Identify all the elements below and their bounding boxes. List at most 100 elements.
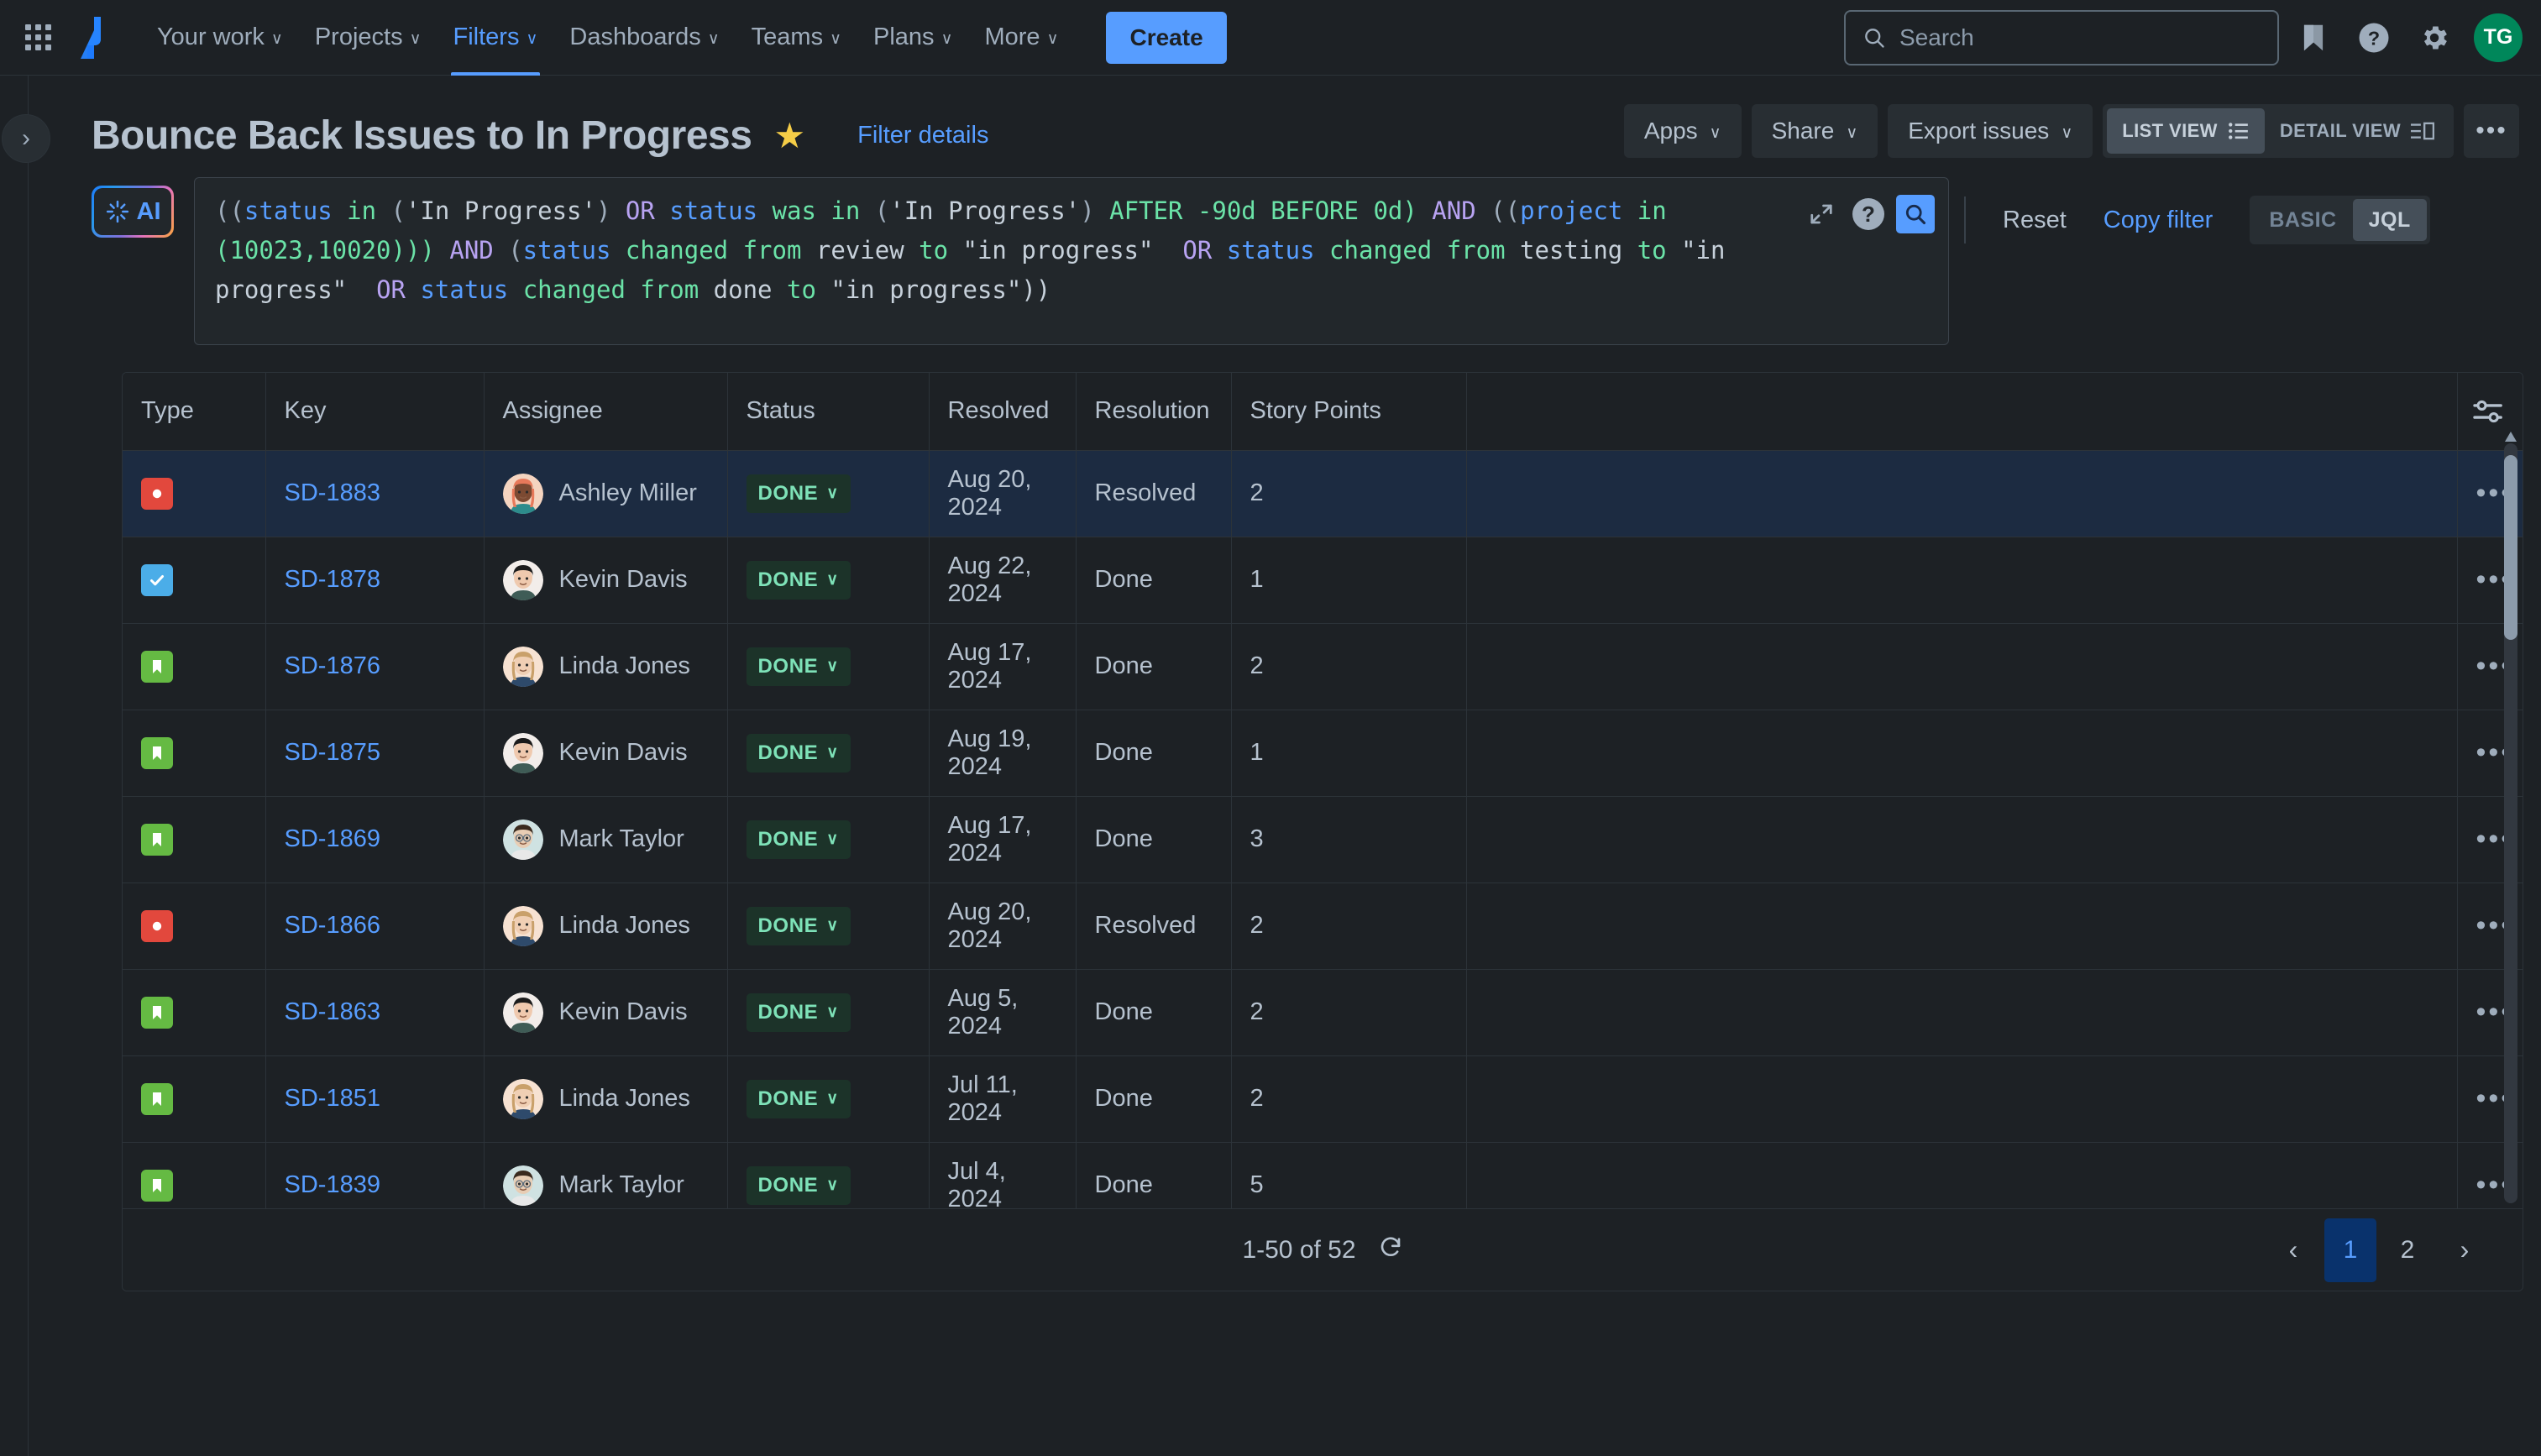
issue-key-link[interactable]: SD-1883 [285,479,380,506]
table-vertical-scrollbar[interactable] [2504,443,2517,1203]
cell-type[interactable] [123,710,265,796]
refresh-icon[interactable] [1378,1234,1403,1266]
chevron-down-icon: ∨ [826,916,839,935]
column-header-resolution[interactable]: Resolution [1076,373,1231,450]
create-button[interactable]: Create [1106,12,1226,64]
table-row[interactable]: SD-1851Linda JonesDONE∨Jul 11, 2024Done2… [123,1055,2523,1142]
status-badge[interactable]: DONE∨ [747,820,851,859]
cell-type[interactable] [123,969,265,1055]
table-row[interactable]: SD-1863Kevin DavisDONE∨Aug 5, 2024Done2•… [123,969,2523,1055]
list-view-tab[interactable]: LIST VIEW [2107,108,2265,154]
table-row[interactable]: SD-1878Kevin DavisDONE∨Aug 22, 2024Done1… [123,537,2523,623]
prev-page-button[interactable]: ‹ [2267,1218,2319,1282]
table-row[interactable]: SD-1869Mark TaylorDONE∨Aug 17, 2024Done3… [123,796,2523,883]
issue-key-link[interactable]: SD-1869 [285,825,380,852]
share-button[interactable]: Share ∨ [1752,104,1878,158]
avatar [503,1079,543,1119]
help-icon[interactable]: ? [2348,12,2400,64]
nav-item-dashboards[interactable]: Dashboards ∨ [553,0,735,76]
expand-icon[interactable] [1802,195,1841,233]
cell-key[interactable]: SD-1866 [265,883,484,969]
issue-key-link[interactable]: SD-1851 [285,1085,380,1112]
issue-key-link[interactable]: SD-1866 [285,912,380,939]
settings-gear-icon[interactable] [2408,12,2460,64]
cell-resolved: Aug 20, 2024 [929,883,1076,969]
cell-key[interactable]: SD-1869 [265,796,484,883]
status-badge[interactable]: DONE∨ [747,647,851,686]
scrollbar-thumb[interactable] [2504,455,2517,640]
cell-type[interactable] [123,623,265,710]
cell-key[interactable]: SD-1851 [265,1055,484,1142]
cell-key[interactable]: SD-1875 [265,710,484,796]
cell-key[interactable]: SD-1863 [265,969,484,1055]
cell-key[interactable]: SD-1876 [265,623,484,710]
cell-key[interactable]: SD-1839 [265,1142,484,1208]
issue-key-link[interactable]: SD-1863 [285,998,380,1025]
user-avatar[interactable]: TG [2474,13,2523,62]
cell-resolution: Done [1076,623,1231,710]
cell-type[interactable] [123,450,265,537]
jql-help-icon[interactable]: ? [1849,195,1888,233]
table-row[interactable]: SD-1839Mark TaylorDONE∨Jul 4, 2024Done5•… [123,1142,2523,1208]
cell-type[interactable] [123,1142,265,1208]
column-header-status[interactable]: Status [727,373,929,450]
issue-key-link[interactable]: SD-1839 [285,1171,380,1198]
status-badge[interactable]: DONE∨ [747,561,851,600]
cell-key[interactable]: SD-1878 [265,537,484,623]
global-search-input[interactable]: Search [1844,10,2279,65]
jql-search-button[interactable] [1896,195,1935,233]
cell-type[interactable] [123,537,265,623]
nav-item-teams[interactable]: Teams ∨ [736,0,857,76]
cell-story-points: 3 [1231,796,1466,883]
jql-query-input[interactable]: ((status in ('In Progress') OR status wa… [194,177,1949,345]
basic-mode-tab[interactable]: BASIC [2253,199,2352,241]
page-button-1[interactable]: 1 [2324,1218,2376,1282]
issue-key-link[interactable]: SD-1876 [285,652,380,679]
issue-key-link[interactable]: SD-1875 [285,739,380,766]
nav-item-more[interactable]: More ∨ [968,0,1074,76]
filter-details-link[interactable]: Filter details [857,122,988,149]
notifications-icon[interactable] [2287,12,2339,64]
star-favorite-icon[interactable]: ★ [773,115,805,156]
cell-type[interactable] [123,883,265,969]
sidebar-expand-button[interactable]: › [2,114,50,163]
status-badge[interactable]: DONE∨ [747,734,851,773]
nav-item-your-work[interactable]: Your work ∨ [141,0,299,76]
ai-assist-button[interactable]: AI [92,186,174,238]
cell-type[interactable] [123,796,265,883]
status-badge[interactable]: DONE∨ [747,1166,851,1205]
apps-button[interactable]: Apps ∨ [1624,104,1742,158]
column-header-resolved[interactable]: Resolved [929,373,1076,450]
chevron-down-icon: ∨ [1710,125,1721,141]
jql-mode-tab[interactable]: JQL [2353,199,2427,241]
next-page-button[interactable]: › [2439,1218,2491,1282]
status-badge[interactable]: DONE∨ [747,993,851,1032]
reset-button[interactable]: Reset [1984,207,2085,234]
status-badge[interactable]: DONE∨ [747,1080,851,1118]
cell-key[interactable]: SD-1883 [265,450,484,537]
nav-item-filters[interactable]: Filters ∨ [437,0,554,76]
nav-item-plans[interactable]: Plans ∨ [857,0,968,76]
column-header-assignee[interactable]: Assignee [484,373,727,450]
detail-view-tab[interactable]: DETAIL VIEW [2265,108,2449,154]
cell-type[interactable] [123,1055,265,1142]
app-switcher-button[interactable] [12,12,64,64]
export-issues-button[interactable]: Export issues ∨ [1888,104,2093,158]
divider [1964,196,1966,244]
jira-logo-icon[interactable] [71,13,119,63]
copy-filter-button[interactable]: Copy filter [2085,207,2232,234]
table-row[interactable]: SD-1883Ashley MillerDONE∨Aug 20, 2024Res… [123,450,2523,537]
table-row[interactable]: SD-1876Linda JonesDONE∨Aug 17, 2024Done2… [123,623,2523,710]
status-badge[interactable]: DONE∨ [747,907,851,945]
nav-item-projects[interactable]: Projects ∨ [299,0,437,76]
issue-key-link[interactable]: SD-1878 [285,566,380,593]
column-header-key[interactable]: Key [265,373,484,450]
page-button-2[interactable]: 2 [2381,1218,2434,1282]
scroll-up-arrow-icon[interactable] [2505,432,2517,442]
table-row[interactable]: SD-1866Linda JonesDONE∨Aug 20, 2024Resol… [123,883,2523,969]
column-header-type[interactable]: Type [123,373,265,450]
status-badge[interactable]: DONE∨ [747,474,851,513]
column-header-story-points[interactable]: Story Points [1231,373,1466,450]
header-more-button[interactable]: ••• [2464,104,2519,158]
table-row[interactable]: SD-1875Kevin DavisDONE∨Aug 19, 2024Done1… [123,710,2523,796]
